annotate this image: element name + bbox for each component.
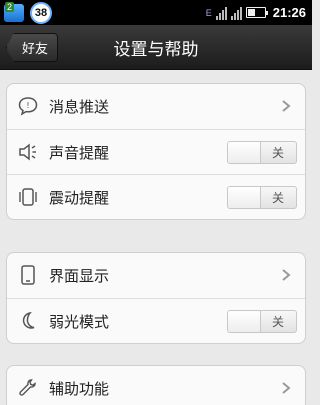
toggle-knob (228, 142, 261, 163)
status-time: 21:26 (272, 5, 306, 20)
moon-icon (22, 311, 35, 329)
toggle-knob (228, 311, 261, 332)
row-low-light-mode: 弱光模式 关 (7, 298, 305, 343)
app-badge: 2 (5, 1, 15, 12)
signal-icon (215, 6, 227, 20)
notification-count-badge[interactable]: 38 (30, 1, 52, 24)
phone-icon (21, 265, 35, 285)
signal-icon-secondary (230, 6, 242, 20)
settings-group-display: 界面显示 弱光模式 关 (6, 252, 306, 344)
row-label: 辅助功能 (49, 380, 110, 398)
settings-group-notifications: ! 消息推送 声音提醒 关 震动提醒 关 (6, 83, 306, 220)
toggle-knob (228, 187, 261, 208)
back-button[interactable]: 好友 (6, 33, 58, 62)
vibrate-icon (19, 188, 37, 206)
chevron-right-icon (282, 100, 291, 112)
toggle-state-label: 关 (271, 146, 284, 160)
row-label: 消息推送 (49, 98, 110, 116)
row-label: 弱光模式 (49, 312, 110, 331)
row-sound-alert: 声音提醒 关 (7, 129, 305, 174)
speech-bubble-icon: ! (18, 97, 38, 116)
row-label: 界面显示 (49, 267, 110, 285)
row-vibration-alert: 震动提醒 关 (7, 174, 305, 219)
row-accessibility[interactable]: 辅助功能 (7, 366, 305, 405)
settings-group-accessibility: 辅助功能 (6, 365, 306, 405)
status-bar: 2 38 E 21:26 (0, 0, 312, 25)
speaker-icon (19, 143, 36, 161)
wrench-icon (19, 379, 36, 396)
app-notification-icon[interactable]: 2 (4, 1, 24, 22)
chevron-right-icon (282, 382, 291, 394)
sound-alert-toggle[interactable]: 关 (227, 141, 297, 164)
row-message-push[interactable]: ! 消息推送 (7, 84, 305, 129)
row-interface-display[interactable]: 界面显示 (7, 253, 305, 298)
battery-icon (245, 7, 268, 18)
title-bar: 设置与帮助 好友 (0, 25, 312, 70)
network-type-indicator: E (205, 7, 212, 18)
row-label: 震动提醒 (49, 188, 110, 207)
svg-text:!: ! (26, 101, 29, 110)
low-light-mode-toggle[interactable]: 关 (227, 310, 297, 333)
toggle-state-label: 关 (271, 191, 284, 205)
chevron-right-icon (282, 269, 291, 281)
vibration-alert-toggle[interactable]: 关 (227, 186, 297, 209)
row-label: 声音提醒 (49, 143, 110, 162)
toggle-state-label: 关 (271, 315, 284, 329)
